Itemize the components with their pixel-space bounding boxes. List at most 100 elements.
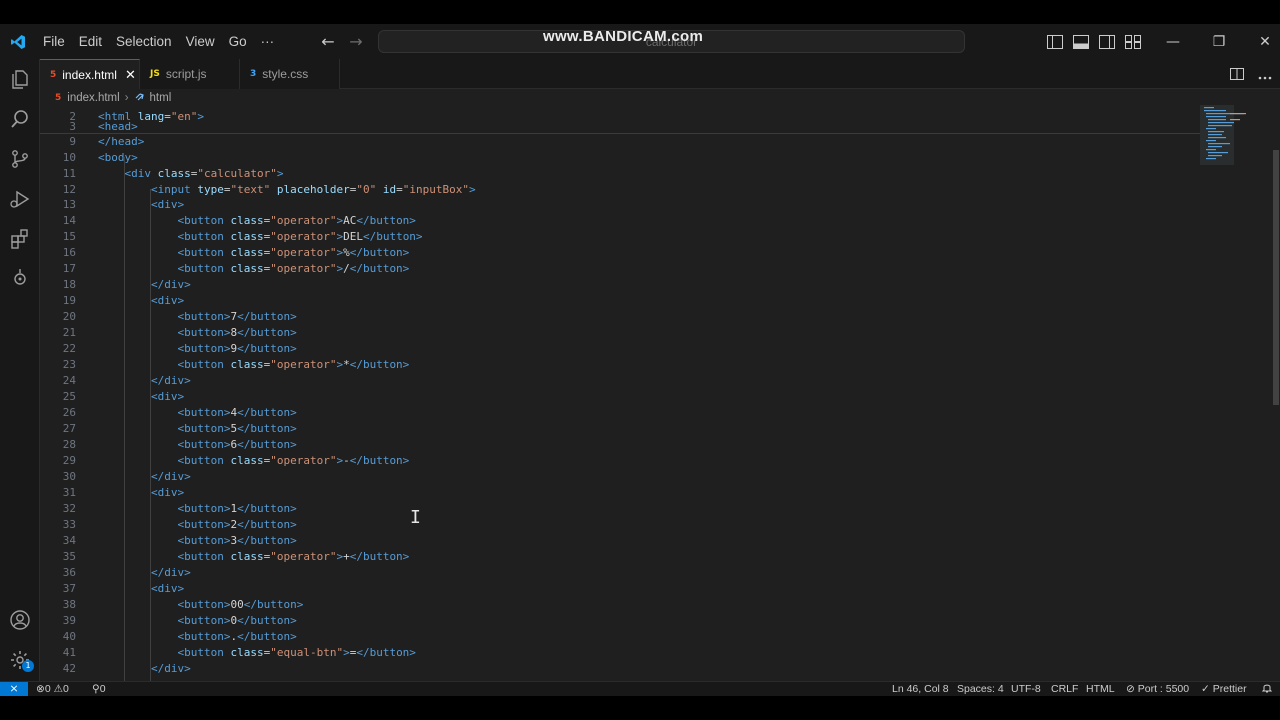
tab-style-css[interactable]: 3 style.css [240,59,340,89]
code-line[interactable]: 21 <button>8</button> [40,325,1200,341]
code-line[interactable]: 22 <button>9</button> [40,341,1200,357]
code-text: <button>1</button> [177,502,297,515]
code-line[interactable]: 16 <button class="operator">%</button> [40,245,1200,261]
breadcrumb-file[interactable]: index.html [67,92,119,104]
scrollbar-thumb[interactable] [1273,150,1279,405]
code-line[interactable]: 20 <button>7</button> [40,309,1200,325]
encoding[interactable]: UTF-8 [1011,682,1041,696]
code-line[interactable]: 23 <button class="operator">*</button> [40,357,1200,373]
code-line[interactable]: 15 <button class="operator">DEL</button> [40,229,1200,245]
problems-indicator[interactable]: ⊗0 ⚠0 [36,682,69,696]
language-mode[interactable]: HTML [1086,682,1115,696]
line-number: 12 [62,183,76,196]
menu-edit[interactable]: Edit [72,24,109,59]
code-text: <button>6</button> [177,438,297,451]
code-line[interactable]: 13 <div> [40,197,1200,213]
code-text: </div> [150,662,191,675]
end-of-line[interactable]: CRLF [1051,682,1078,696]
toggle-panel-icon[interactable] [1072,33,1090,51]
code-line[interactable]: 11 <div class="calculator"> [40,166,1200,182]
breadcrumb-separator: › [124,92,129,104]
code-line[interactable]: 30 </div> [40,469,1200,485]
menu-bar: File Edit Selection View Go ··· [36,24,281,59]
remote-indicator-icon[interactable]: ⨯ [0,682,28,697]
line-number: 25 [62,390,76,403]
error-icon: ⊗ [36,683,45,695]
toggle-primary-sidebar-icon[interactable] [1046,33,1064,51]
indentation[interactable]: Spaces: 4 [957,682,1004,696]
window-controls: — ❐ ✕ [1150,24,1280,59]
live-server-port[interactable]: ⊘ Port : 5500 [1126,682,1189,696]
code-line[interactable]: 9 </head> [40,134,1200,150]
close-icon[interactable]: ✕ [125,67,136,83]
cursor-position[interactable]: Ln 46, Col 8 [892,682,949,696]
more-actions-icon[interactable] [1258,65,1272,84]
tab-index-html[interactable]: 5 index.html ✕ [40,59,140,90]
close-window-button[interactable]: ✕ [1242,24,1280,59]
code-line[interactable]: 26 <button>4</button> [40,405,1200,421]
code-line[interactable]: 34 <button>3</button> [40,533,1200,549]
code-line[interactable]: 42 </div> [40,661,1200,677]
search-icon[interactable] [8,107,32,131]
nav-arrows: ← → [318,24,366,59]
code-line[interactable]: 14 <button class="operator">AC</button> [40,213,1200,229]
code-text: <button class="operator">%</button> [177,246,410,259]
code-line[interactable]: 32 <button>1</button> [40,501,1200,517]
code-line[interactable]: 36 </div> [40,565,1200,581]
menu-view[interactable]: View [179,24,222,59]
code-line[interactable]: 17 <button class="operator">/</button> [40,261,1200,277]
code-line[interactable]: 28 <button>6</button> [40,437,1200,453]
code-text: </div> [150,470,191,483]
menu-go[interactable]: Go [222,24,254,59]
code-line[interactable]: 35 <button class="operator">+</button> [40,549,1200,565]
minimize-button[interactable]: — [1150,24,1196,59]
code-line[interactable]: 31 <div> [40,485,1200,501]
code-line[interactable]: 33 <button>2</button> [40,517,1200,533]
breadcrumb-symbol[interactable]: html [150,92,172,104]
code-line[interactable]: 39 <button>0</button> [40,613,1200,629]
line-number: 23 [62,358,76,371]
code-line[interactable]: 29 <button class="operator">-</button> [40,453,1200,469]
accounts-icon[interactable] [8,608,32,632]
restore-button[interactable]: ❐ [1196,24,1242,59]
double-check-icon: ✓ [1201,683,1210,695]
code-line[interactable]: 27 <button>5</button> [40,421,1200,437]
notifications-bell-icon[interactable] [1261,682,1273,697]
toggle-secondary-sidebar-icon[interactable] [1098,33,1116,51]
menu-selection[interactable]: Selection [109,24,179,59]
code-line[interactable]: 40 <button>.</button> [40,629,1200,645]
back-arrow-icon[interactable]: ← [318,32,338,51]
explorer-icon[interactable] [8,67,32,91]
run-debug-icon[interactable] [8,187,32,211]
line-number: 28 [62,438,76,451]
code-text: </div> [150,278,191,291]
code-line[interactable]: 37 <div> [40,581,1200,597]
code-line[interactable]: 24 </div> [40,373,1200,389]
line-number: 29 [62,454,76,467]
code-line[interactable]: 19 <div> [40,293,1200,309]
split-editor-icon[interactable] [1230,65,1244,84]
customize-layout-icon[interactable] [1124,33,1142,51]
line-number: 15 [62,230,76,243]
testing-icon[interactable] [8,265,32,289]
menu-file[interactable]: File [36,24,72,59]
prettier-status[interactable]: ✓ Prettier [1201,682,1247,696]
source-control-icon[interactable] [8,147,32,171]
code-line[interactable]: 12 <input type="text" placeholder="0" id… [40,182,1200,198]
code-line[interactable]: 10 <body> [40,150,1200,166]
line-number: 19 [62,294,76,307]
minimap[interactable] [1200,89,1272,681]
code-line[interactable]: 25 <div> [40,389,1200,405]
code-line[interactable]: 41 <button class="equal-btn">=</button> [40,645,1200,661]
forward-arrow-icon[interactable]: → [346,32,366,51]
code-line[interactable]: 18 </div> [40,277,1200,293]
code-text: <button class="operator">DEL</button> [177,230,423,243]
code-editor[interactable]: 2 <html lang="en"> 3 <head> 9 </head> 10 <body>… [40,107,1200,681]
code-line[interactable]: 38 <button>00</button> [40,597,1200,613]
extensions-icon[interactable] [8,227,32,251]
code-text: <button class="operator">-</button> [177,454,410,467]
code-text: <button>3</button> [177,534,297,547]
menu-more[interactable]: ··· [254,24,282,59]
tab-script-js[interactable]: JS script.js [140,59,240,89]
ports-indicator[interactable]: ⚲0 [92,682,106,696]
